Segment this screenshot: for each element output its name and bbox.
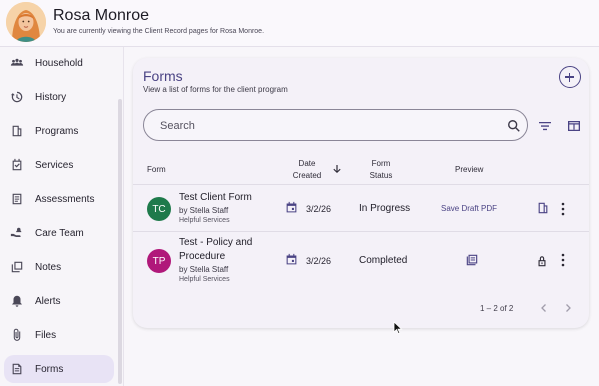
pdf-preview-icon[interactable] [465,253,479,267]
sidebar-item-label: Alerts [35,295,61,307]
row-divider [133,231,589,232]
filter-button[interactable] [537,118,553,134]
sidebar-item-label: Assessments [35,193,95,205]
search-input[interactable] [160,118,490,134]
form-status: Completed [359,255,408,266]
lock-icon[interactable] [535,254,549,268]
bell-icon [12,295,22,307]
sidebar-item-label: Programs [35,125,79,137]
sidebar-item-assessments[interactable]: Assessments [4,185,114,213]
sidebar-item-label: Files [35,329,57,341]
forms-icon [12,363,22,375]
table-view-icon [568,121,580,131]
forms-title: Forms [143,68,183,84]
chevron-right-icon[interactable] [562,302,574,314]
assessments-icon [12,193,22,205]
programs-icon [12,125,22,137]
form-status: In Progress [359,203,411,214]
column-header-label: Date [298,159,316,168]
filter-icon [539,122,551,131]
form-name[interactable]: Test - Policy and [179,236,252,250]
household-icon [10,58,24,66]
search-icon[interactable] [507,119,521,133]
client-avatar [6,2,46,42]
sidebar-scrollbar[interactable] [118,99,122,384]
sidebar-item-notes[interactable]: Notes [4,253,114,281]
form-name-continued[interactable]: Procedure [179,250,225,264]
columns-button[interactable] [566,118,582,134]
forms-description: View a list of forms for the client prog… [143,85,288,94]
sidebar-item-alerts[interactable]: Alerts [4,287,114,315]
sidebar-item-forms[interactable]: Forms [4,355,114,383]
column-header-label: Form [371,159,391,168]
row-menu-icon[interactable] [560,253,566,267]
sidebar-item-files[interactable]: Files [4,321,114,349]
add-form-button[interactable] [559,66,581,88]
sidebar-item-programs[interactable]: Programs [4,117,114,145]
forms-panel: Forms View a list of forms for the clien… [133,58,589,328]
column-header-form[interactable]: Form [147,164,166,176]
sidebar-item-history[interactable]: History [4,83,114,111]
form-date-created: 3/2/26 [306,204,332,214]
chevron-left-icon[interactable] [538,302,550,314]
client-name: Rosa Monroe [53,7,150,24]
sort-arrow-down-icon[interactable] [332,164,342,174]
form-name[interactable]: Test Client Form [179,191,252,205]
services-icon [12,158,22,171]
care-team-icon [10,227,22,237]
form-organization: Helpful Services [179,217,230,224]
sidebar-item-label: Services [35,159,74,171]
column-header-label: Status [369,171,393,180]
form-avatar: TP [147,249,171,273]
calendar-icon [286,253,297,265]
notes-icon [11,261,23,273]
form-author: by Stella Staff [179,265,229,274]
client-sidebar: Household History Programs Services Asse… [0,47,124,386]
form-avatar: TC [147,197,171,221]
column-header-form-status[interactable]: Form Status [366,158,396,182]
save-draft-pdf-link[interactable]: Save Draft PDF [441,204,497,213]
sidebar-item-label: History [35,91,67,103]
form-organization: Helpful Services [179,276,230,283]
sidebar-item-label: Household [35,57,83,69]
sidebar-item-label: Care Team [35,227,84,239]
sidebar-item-care-team[interactable]: Care Team [4,219,114,247]
row-menu-icon[interactable] [560,202,566,216]
table-header-divider [133,184,589,185]
client-record-subtitle: You are currently viewing the Client Rec… [53,28,265,35]
forms-search [143,109,528,141]
sidebar-item-label: Notes [35,261,62,273]
open-form-icon[interactable] [536,201,550,215]
sidebar-item-services[interactable]: Services [4,151,114,179]
mouse-cursor-icon [393,321,403,335]
calendar-icon [286,201,297,213]
client-header: Rosa Monroe You are currently viewing th… [0,0,599,47]
column-header-date-created[interactable]: Date Created [291,158,323,182]
pagination-range: 1 – 2 of 2 [480,304,514,313]
column-header-label: Created [292,171,322,180]
form-author: by Stella Staff [179,206,229,215]
history-icon [10,91,23,103]
sidebar-item-label: Forms [35,363,64,375]
column-header-preview: Preview [455,165,484,174]
sidebar-item-household[interactable]: Household [4,49,114,77]
paperclip-icon [13,328,21,341]
form-date-created: 3/2/26 [306,256,332,266]
